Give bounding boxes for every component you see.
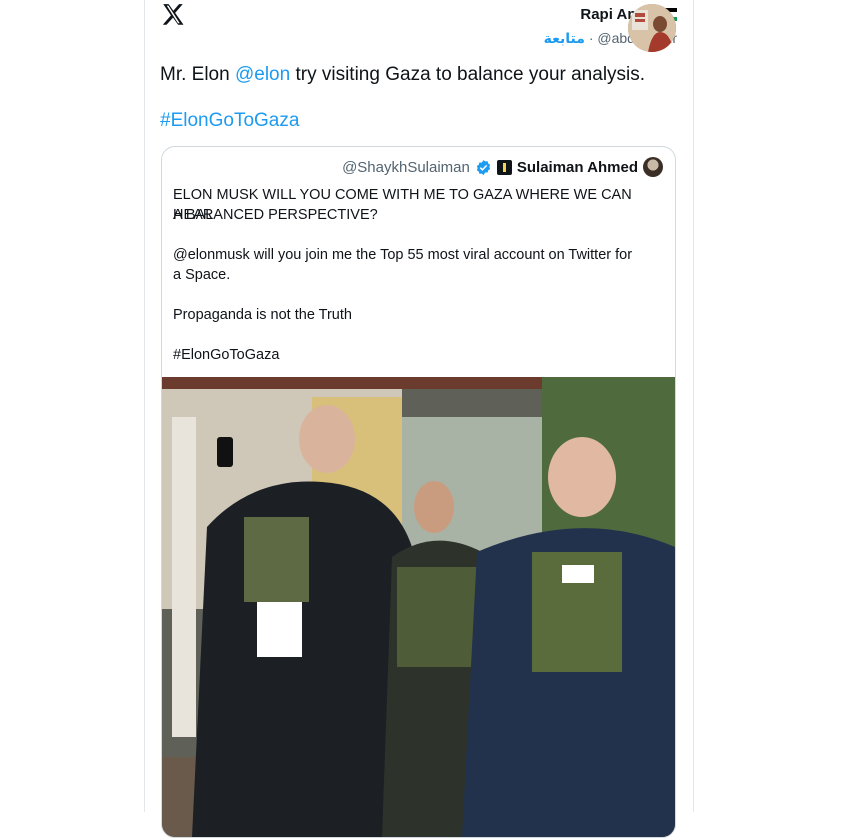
quoted-photo[interactable] — [162, 377, 675, 837]
quoted-hashtag[interactable]: #ElonGoToGaza — [173, 345, 663, 365]
x-logo-icon[interactable] — [160, 2, 186, 28]
follow-button[interactable]: متابعة — [544, 30, 585, 46]
quoted-line-2: A BALANCED PERSPECTIVE? — [173, 207, 378, 223]
mention-link[interactable]: @elon — [235, 64, 290, 85]
quoted-line-5: Propaganda is not the Truth — [173, 307, 352, 323]
quoted-handle[interactable]: @ShaykhSulaiman — [342, 159, 470, 176]
quoted-line-3: @elonmusk will you join me the Top 55 mo… — [173, 247, 633, 263]
meta-separator: · — [588, 30, 594, 46]
hashtag-link[interactable]: #ElonGoToGaza — [160, 110, 299, 132]
verified-badge-icon — [476, 159, 491, 175]
affiliate-badge-icon — [496, 159, 512, 175]
quoted-post[interactable]: @ShaykhSulaiman Sulaiman Ahmed ELON MUSK… — [161, 146, 676, 838]
post-text-after: try visiting Gaza to balance your analys… — [290, 64, 646, 85]
post-text: Mr. Elon @elon try visiting Gaza to bala… — [160, 62, 645, 88]
post-text-before: Mr. Elon — [160, 64, 235, 85]
quoted-post-header: @ShaykhSulaiman Sulaiman Ahmed — [342, 157, 663, 177]
quoted-line-4: a Space. — [173, 267, 231, 283]
author-avatar[interactable] — [628, 4, 676, 52]
quoted-avatar[interactable] — [643, 157, 663, 177]
quoted-name[interactable]: Sulaiman Ahmed — [517, 159, 638, 176]
